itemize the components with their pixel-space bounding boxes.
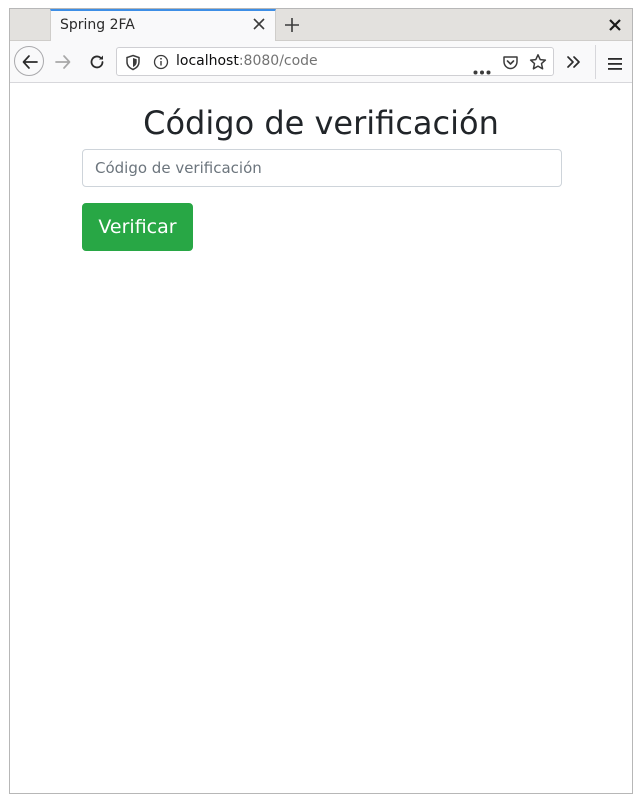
verify-button[interactable]: Verificar <box>82 203 193 251</box>
double-chevron-icon[interactable] <box>566 54 582 73</box>
back-button[interactable] <box>14 46 44 76</box>
star-icon[interactable] <box>529 53 547 75</box>
url-host: localhost <box>176 53 239 69</box>
pocket-icon[interactable] <box>502 54 519 75</box>
toolbar-separator <box>595 45 596 79</box>
navigation-toolbar: localhost:8080/code <box>10 41 632 83</box>
hamburger-menu-icon[interactable] <box>608 55 622 74</box>
tab-close-icon[interactable] <box>251 16 267 32</box>
url-path: :8080/code <box>238 53 318 69</box>
new-tab-plus-icon[interactable] <box>282 15 302 35</box>
url-text[interactable]: localhost:8080/code <box>176 53 318 69</box>
browser-window: Spring 2FA localhost:8080/code Código de… <box>9 8 633 794</box>
ellipsis-icon[interactable] <box>473 60 491 79</box>
verification-code-input[interactable] <box>82 149 562 187</box>
tab-active[interactable]: Spring 2FA <box>50 9 276 41</box>
arrow-right-icon <box>55 55 71 69</box>
tab-strip: Spring 2FA <box>10 9 632 41</box>
page-title: Código de verificación <box>143 104 499 142</box>
page-content: Código de verificación Verificar <box>10 83 632 793</box>
arrow-left-icon <box>22 55 38 69</box>
forward-button[interactable] <box>54 53 72 75</box>
url-bar[interactable]: localhost:8080/code <box>116 47 554 76</box>
info-icon[interactable] <box>153 54 169 74</box>
reload-button[interactable] <box>88 53 106 75</box>
tab-title: Spring 2FA <box>60 17 135 33</box>
shield-icon[interactable] <box>125 54 141 75</box>
window-close-icon[interactable] <box>608 17 622 31</box>
reload-icon <box>90 55 104 69</box>
